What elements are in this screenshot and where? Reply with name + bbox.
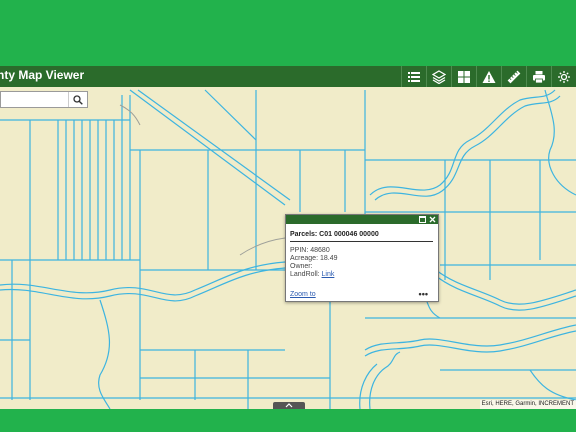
field-value: 48680 bbox=[310, 247, 330, 254]
app-frame: nty Map Viewer Parcels: C01 000046 00000… bbox=[0, 0, 576, 432]
toolbar bbox=[401, 66, 576, 87]
measure-ruler-icon bbox=[507, 70, 521, 83]
map-attribution: Esri, HERE, Garmin, INCREMENT bbox=[479, 400, 576, 409]
basemap-button[interactable] bbox=[451, 66, 476, 87]
field-label: LandRoll: bbox=[290, 271, 320, 278]
settings-button[interactable] bbox=[551, 66, 576, 87]
field-row-owner: Owner: bbox=[290, 263, 338, 271]
app-header: nty Map Viewer bbox=[0, 66, 576, 87]
field-label: Owner: bbox=[290, 263, 313, 270]
popup-fields: PPIN: 48680 Acreage: 18.49 Owner: LandRo… bbox=[290, 247, 338, 279]
more-actions-button[interactable]: ••• bbox=[419, 289, 428, 299]
popup-header bbox=[286, 215, 438, 224]
zoom-to-link[interactable]: Zoom to bbox=[290, 291, 316, 298]
print-icon bbox=[533, 70, 545, 83]
popup-maximize-button[interactable] bbox=[418, 215, 427, 224]
search-box bbox=[0, 91, 88, 108]
field-row-landroll: LandRoll: Link bbox=[290, 271, 338, 279]
search-icon bbox=[73, 94, 83, 105]
field-row-ppin: PPIN: 48680 bbox=[290, 247, 338, 255]
settings-icon bbox=[558, 70, 570, 83]
chevron-up-icon bbox=[285, 403, 293, 408]
basemap-grid-icon bbox=[458, 70, 470, 83]
measure-button[interactable] bbox=[501, 66, 526, 87]
field-row-acreage: Acreage: 18.49 bbox=[290, 255, 338, 263]
field-label: Acreage: bbox=[290, 255, 319, 262]
alert-button[interactable] bbox=[476, 66, 501, 87]
list-icon bbox=[408, 71, 420, 82]
print-button[interactable] bbox=[526, 66, 551, 87]
close-icon bbox=[429, 216, 436, 223]
field-value: 18.49 bbox=[319, 255, 338, 262]
legend-button[interactable] bbox=[401, 66, 426, 87]
search-input[interactable] bbox=[1, 92, 69, 107]
popup-divider bbox=[290, 241, 433, 242]
popup-close-button[interactable] bbox=[428, 215, 437, 224]
maximize-icon bbox=[419, 216, 426, 223]
top-banner bbox=[0, 0, 576, 66]
field-label: PPIN: bbox=[290, 247, 309, 254]
app-title: nty Map Viewer bbox=[0, 68, 85, 82]
layers-button[interactable] bbox=[426, 66, 451, 87]
bottom-panel-toggle[interactable] bbox=[273, 402, 305, 409]
landroll-link[interactable]: Link bbox=[322, 271, 335, 278]
layers-icon bbox=[432, 69, 446, 84]
search-button[interactable] bbox=[68, 92, 87, 107]
warning-icon bbox=[482, 70, 496, 83]
bottom-banner bbox=[0, 409, 576, 432]
parcel-popup: Parcels: C01 000046 00000 PPIN: 48680 Ac… bbox=[285, 214, 439, 302]
popup-title: Parcels: C01 000046 00000 bbox=[290, 231, 379, 238]
